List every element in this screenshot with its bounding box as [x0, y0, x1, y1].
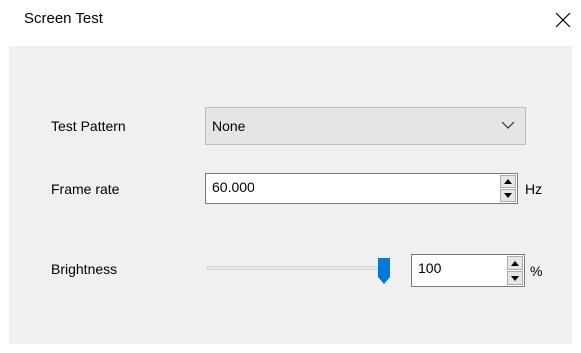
frame-rate-stepper: [500, 175, 516, 202]
brightness-unit: %: [530, 263, 543, 279]
brightness-slider-thumb[interactable]: [378, 258, 390, 284]
test-pattern-label: Test Pattern: [51, 118, 126, 134]
brightness-up-button[interactable]: [507, 256, 523, 270]
frame-rate-value: 60.000: [212, 179, 255, 195]
frame-rate-down-button[interactable]: [500, 189, 516, 202]
close-button[interactable]: [548, 5, 578, 35]
title-bar: Screen Test: [0, 0, 581, 40]
test-pattern-value: None: [212, 118, 246, 134]
brightness-stepper: [507, 256, 523, 285]
brightness-down-button[interactable]: [507, 271, 523, 285]
brightness-spinbox[interactable]: 100: [411, 254, 525, 287]
brightness-label: Brightness: [51, 261, 118, 277]
triangle-up-icon: [504, 179, 512, 184]
brightness-slider-track[interactable]: [207, 266, 387, 270]
triangle-down-icon: [511, 275, 519, 281]
test-pattern-select[interactable]: None: [205, 107, 526, 145]
frame-rate-label: Frame rate: [51, 181, 120, 197]
close-icon: [555, 12, 571, 28]
brightness-value: 100: [418, 260, 442, 276]
triangle-down-icon: [504, 193, 512, 198]
frame-rate-up-button[interactable]: [500, 175, 516, 188]
frame-rate-unit: Hz: [525, 181, 543, 197]
triangle-up-icon: [511, 260, 519, 266]
chevron-down-icon: [501, 121, 515, 129]
window-title: Screen Test: [24, 10, 103, 27]
frame-rate-spinbox[interactable]: 60.000: [205, 173, 518, 204]
